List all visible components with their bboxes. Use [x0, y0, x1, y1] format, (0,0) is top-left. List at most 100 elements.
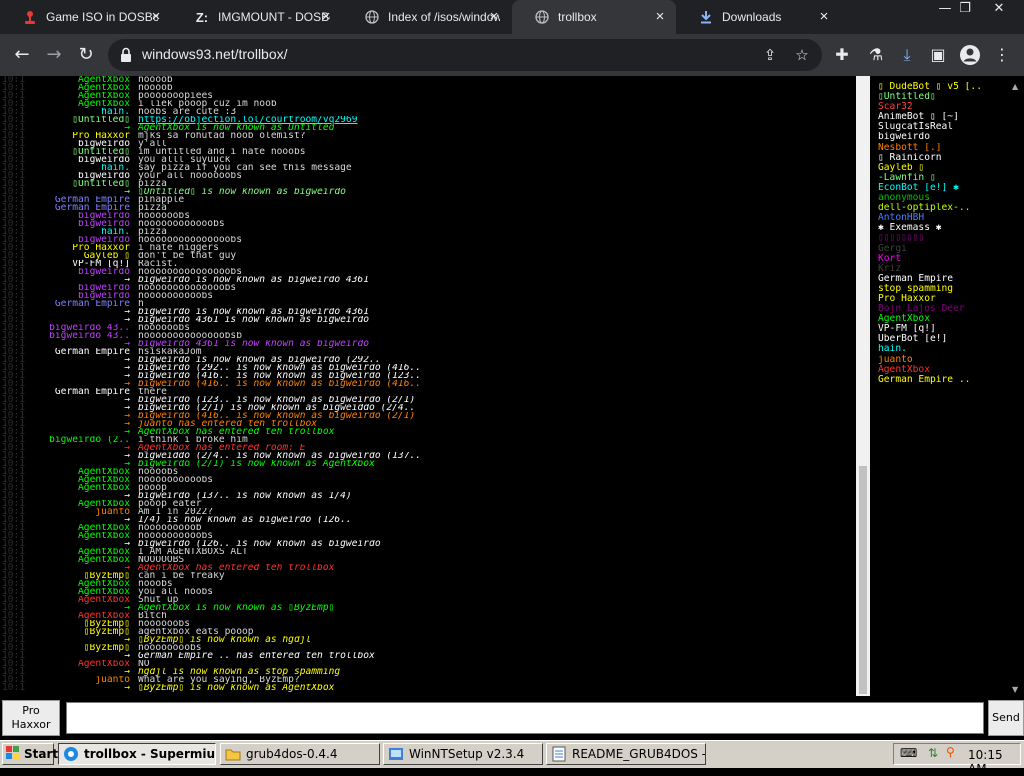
user-list-item[interactable]: dell-optiplex-..	[878, 203, 1010, 213]
message-nick[interactable]: ▯Untitled▯	[40, 116, 138, 124]
message-nick[interactable]: AgentXbox	[40, 548, 138, 556]
message-nick[interactable]: →	[40, 668, 138, 676]
message-nick[interactable]: Gayleb ▯	[40, 252, 138, 260]
close-icon[interactable]: ×	[148, 9, 164, 25]
close-icon[interactable]: ×	[652, 9, 668, 25]
message-nick[interactable]: →	[40, 188, 138, 196]
message-nick[interactable]: →	[40, 452, 138, 460]
message-nick[interactable]: AgentXbox	[40, 524, 138, 532]
address-bar[interactable]: windows93.net/trollbox/ ⇪ ☆	[108, 39, 822, 71]
user-list-item[interactable]: AgentXbox	[878, 365, 1010, 375]
message-nick[interactable]: bigweirdo	[40, 220, 138, 228]
message-nick[interactable]: AgentXbox	[40, 660, 138, 668]
message-nick[interactable]: juanto	[40, 676, 138, 684]
message-nick[interactable]: →	[40, 604, 138, 612]
scroll-up-icon[interactable]: ▲	[1012, 82, 1018, 91]
message-nick[interactable]: bigweirdo	[40, 140, 138, 148]
message-nick[interactable]: bigweirdo_43..	[40, 332, 138, 340]
restore-icon[interactable]: ❐	[948, 0, 982, 20]
share-icon[interactable]: ⇪	[760, 45, 780, 65]
user-list-item[interactable]: AgentXbox	[878, 314, 1010, 324]
send-button[interactable]: Send	[988, 700, 1024, 736]
message-nick[interactable]: AgentXbox	[40, 532, 138, 540]
user-list-item[interactable]: ▯Untitled▯	[878, 92, 1010, 102]
window-close-icon[interactable]: ✕	[982, 0, 1016, 20]
download-status-icon[interactable]: ⤓	[895, 43, 919, 67]
message-nick[interactable]: AgentXbox	[40, 500, 138, 508]
user-list-item[interactable]: AntonHBH	[878, 213, 1010, 223]
scroll-down-icon[interactable]: ▼	[1012, 685, 1018, 694]
message-nick[interactable]: AgentXbox	[40, 556, 138, 564]
message-nick[interactable]: →	[40, 364, 138, 372]
message-nick[interactable]: AgentXbox	[40, 476, 138, 484]
task-winntsetup[interactable]: WinNTSetup v2.3.4	[383, 743, 543, 765]
message-nick[interactable]: Pro Haxxor	[40, 132, 138, 140]
clock[interactable]: 10:15 AM	[968, 748, 1020, 776]
message-nick[interactable]: bigweirdo	[40, 236, 138, 244]
user-list-item[interactable]: stop spamming	[878, 284, 1010, 294]
message-nick[interactable]: AgentXbox	[40, 84, 138, 92]
message-nick[interactable]: VP-FM [q!]	[40, 260, 138, 268]
user-list-item[interactable]: -Lawnfin ▯	[878, 173, 1010, 183]
message-nick[interactable]: →	[40, 412, 138, 420]
close-icon[interactable]: ×	[486, 9, 502, 25]
message-nick[interactable]: AgentXbox	[40, 100, 138, 108]
message-nick[interactable]: →	[40, 420, 138, 428]
user-list-item[interactable]: AnimeBot ▯ [~]	[878, 112, 1010, 122]
message-nick[interactable]: AgentXbox	[40, 580, 138, 588]
message-nick[interactable]: German Empire	[40, 196, 138, 204]
flask-icon[interactable]: ⚗	[864, 43, 888, 67]
user-list-item[interactable]: ▯ DudeBot ▯ v5 [..	[878, 82, 1010, 92]
message-nick[interactable]: AgentXbox	[40, 76, 138, 84]
message-nick[interactable]: ▯ByzEmp▯	[40, 644, 138, 652]
message-nick[interactable]: bigweirdo	[40, 284, 138, 292]
user-list-item[interactable]: German Empire ..	[878, 375, 1010, 385]
message-nick[interactable]: bigweirdo	[40, 268, 138, 276]
kebab-menu-icon[interactable]: ⋮	[990, 43, 1014, 67]
close-icon[interactable]: ×	[816, 9, 832, 25]
message-nick[interactable]: AgentXbox	[40, 484, 138, 492]
message-nick[interactable]: →	[40, 460, 138, 468]
message-nick[interactable]: German Empire	[40, 300, 138, 308]
message-nick[interactable]: bigweirdo	[40, 156, 138, 164]
tab-imgmount[interactable]: Z: IMGMOUNT - DOSBox ×	[172, 0, 342, 34]
message-nick[interactable]: →	[40, 428, 138, 436]
user-list-item[interactable]: Kriz	[878, 264, 1010, 274]
message-nick[interactable]: →	[40, 652, 138, 660]
user-list-item[interactable]: ▯ Rainicorn	[878, 153, 1010, 163]
start-button[interactable]: Start	[2, 743, 58, 765]
message-nick[interactable]: →	[40, 444, 138, 452]
network-icon[interactable]: ⇅	[928, 746, 938, 760]
message-nick[interactable]: →	[40, 380, 138, 388]
message-nick[interactable]: AgentXbox	[40, 596, 138, 604]
forward-arrow-icon[interactable]: →	[42, 43, 66, 67]
message-nick[interactable]: bigweirdo	[40, 292, 138, 300]
user-list-item[interactable]: hain.	[878, 344, 1010, 354]
message-nick[interactable]: juanto	[40, 508, 138, 516]
user-list-item[interactable]: Kort	[878, 254, 1010, 264]
message-nick[interactable]: ▯ByzEmp▯	[40, 620, 138, 628]
message-nick[interactable]: ▯ByzEmp▯	[40, 628, 138, 636]
message-nick[interactable]: German Empire	[40, 348, 138, 356]
user-list-item[interactable]: juanto	[878, 355, 1010, 365]
user-list-item[interactable]: Pro Haxxor	[878, 294, 1010, 304]
message-nick[interactable]: hain.	[40, 108, 138, 116]
message-nick[interactable]: ▯Untitled▯	[40, 180, 138, 188]
message-nick[interactable]: German Empire	[40, 388, 138, 396]
user-list-item[interactable]: Gergi	[878, 244, 1010, 254]
message-nick[interactable]: →	[40, 356, 138, 364]
profile-avatar-icon[interactable]	[958, 43, 982, 67]
message-nick[interactable]: →	[40, 124, 138, 132]
message-nick[interactable]: hain.	[40, 228, 138, 236]
message-nick[interactable]: →	[40, 684, 138, 692]
userlist-scrollbar[interactable]: ▲ ▼	[1010, 76, 1024, 696]
message-nick[interactable]: →	[40, 340, 138, 348]
message-nick[interactable]: bigweirdo	[40, 172, 138, 180]
keyboard-icon[interactable]: ⌨	[900, 746, 917, 760]
task-readme[interactable]: README_GRUB4DOS - ...	[546, 743, 706, 765]
user-list-item[interactable]: SlugcatIsReal	[878, 122, 1010, 132]
user-list-item[interactable]: UberBot [e!]	[878, 334, 1010, 344]
message-nick[interactable]: AgentXbox	[40, 92, 138, 100]
tab-downloads[interactable]: Downloads ×	[676, 0, 840, 34]
scrollbar-thumb[interactable]	[859, 466, 867, 694]
